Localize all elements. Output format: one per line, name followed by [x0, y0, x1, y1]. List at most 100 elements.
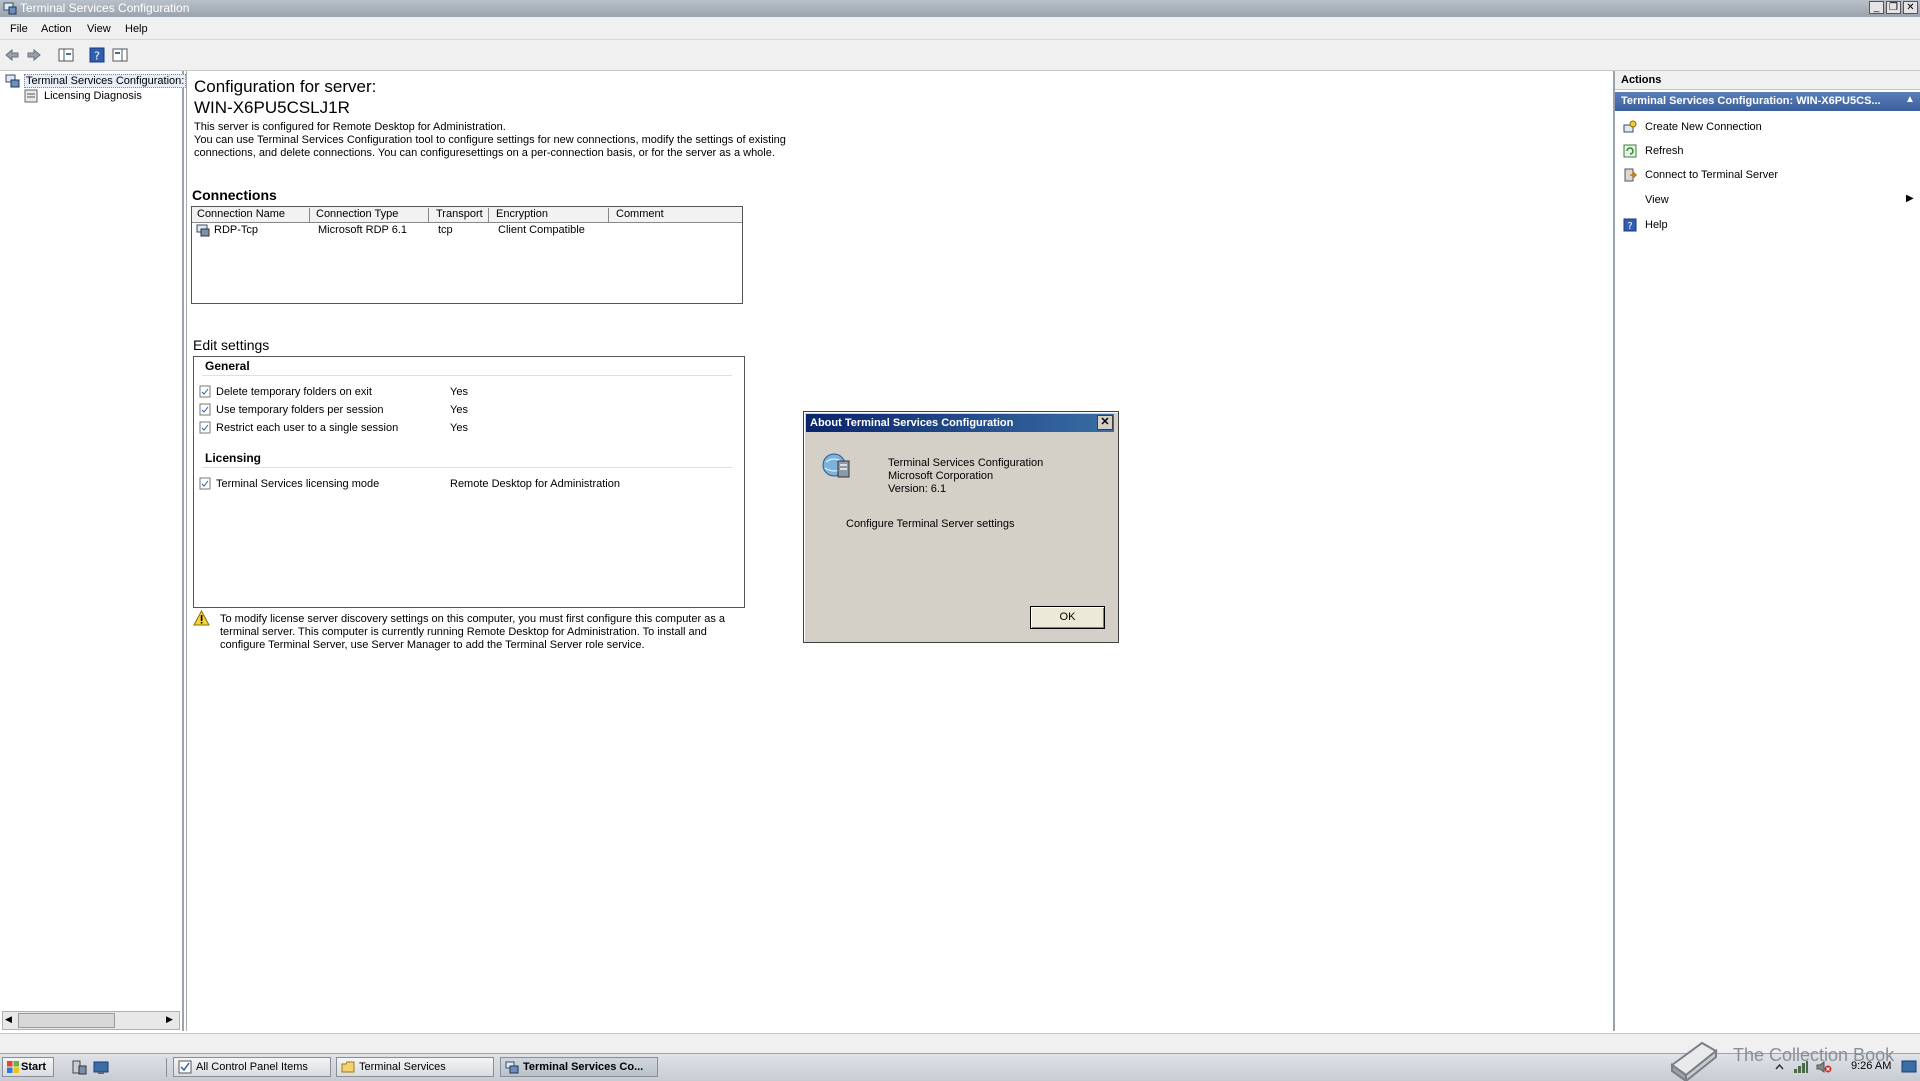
scroll-thumb[interactable] [18, 1013, 115, 1028]
taskbar-label: Terminal Services Co... [523, 1061, 644, 1073]
cell-encryption: Client Compatible [498, 224, 585, 236]
help-icon: ? [1623, 218, 1637, 232]
setting-delete-temp-folders[interactable]: Delete temporary folders on exit [216, 386, 372, 399]
setting-restrict-single-session[interactable]: Restrict each user to a single session [216, 422, 398, 435]
forward-arrow-icon[interactable] [26, 47, 42, 63]
licensing-diagnosis-icon [24, 89, 38, 103]
about-dialog: About Terminal Services Configuration ✕ … [803, 411, 1119, 643]
warning-line-3: configure Terminal Server, use Server Ma… [220, 639, 645, 651]
tree-item-licensing-diagnosis[interactable]: Licensing Diagnosis [44, 90, 142, 102]
connections-header: Connection Name Connection Type Transpor… [192, 207, 742, 223]
actions-section-title: Terminal Services Configuration: WIN-X6P… [1621, 95, 1881, 107]
menu-help[interactable]: Help [125, 23, 148, 35]
show-desktop-icon[interactable] [93, 1060, 109, 1075]
connections-title: Connections [192, 187, 277, 203]
dialog-version: Version: 6.1 [888, 483, 947, 495]
menu-action[interactable]: Action [41, 23, 72, 35]
back-arrow-icon[interactable] [4, 47, 20, 63]
volume-muted-icon[interactable] [1816, 1060, 1832, 1074]
licensing-section-title: Licensing [205, 451, 262, 465]
edit-settings-box: General Delete temporary folders on exit… [193, 356, 745, 608]
column-encryption[interactable]: Encryption [496, 208, 609, 222]
tree-horizontal-scrollbar[interactable]: ◀ ▶ [2, 1011, 180, 1030]
show-hidden-icons-icon[interactable] [1773, 1061, 1786, 1074]
help-icon[interactable]: ? [89, 47, 105, 63]
taskbar-button-terminal-services[interactable]: Terminal Services [336, 1057, 494, 1077]
setting-icon [199, 403, 211, 416]
connections-list: Connection Name Connection Type Transpor… [191, 206, 743, 304]
column-connection-name[interactable]: Connection Name [197, 208, 310, 222]
cell-connection-type: Microsoft RDP 6.1 [318, 224, 408, 236]
table-row[interactable]: RDP-Tcp Microsoft RDP 6.1 tcp Client Com… [192, 224, 742, 238]
scroll-left-icon[interactable]: ◀ [5, 1014, 12, 1025]
actions-section-header[interactable]: Terminal Services Configuration: WIN-X6P… [1615, 92, 1920, 111]
setting-value: Yes [450, 386, 468, 398]
setting-icon [199, 385, 211, 398]
column-comment[interactable]: Comment [616, 208, 736, 222]
dialog-close-button[interactable]: ✕ [1097, 415, 1113, 430]
action-help[interactable]: Help [1645, 219, 1668, 231]
taskbar: Start All Control Panel Items Terminal S… [0, 1041, 1920, 1081]
column-transport[interactable]: Transport [436, 208, 489, 222]
actions-header: Actions [1615, 71, 1920, 90]
general-section-title: General [205, 359, 250, 373]
svg-text:?: ? [1627, 221, 1632, 232]
show-desktop-tray-icon[interactable] [1901, 1060, 1917, 1074]
setting-licensing-mode[interactable]: Terminal Services licensing mode [216, 478, 379, 491]
column-connection-type[interactable]: Connection Type [316, 208, 429, 222]
network-icon[interactable] [1793, 1060, 1809, 1074]
scroll-right-icon[interactable]: ▶ [166, 1014, 173, 1025]
minimize-button[interactable]: _ [1869, 1, 1884, 14]
warning-icon [193, 610, 210, 626]
refresh-icon [1623, 144, 1637, 158]
ok-button[interactable]: OK [1030, 606, 1105, 629]
taskbar-label: Terminal Services [359, 1061, 446, 1073]
collapse-icon[interactable]: ▲ [1905, 94, 1915, 105]
actions-pane: Actions Terminal Services Configuration:… [1615, 71, 1920, 1031]
setting-icon [199, 477, 211, 490]
close-button[interactable]: ✕ [1903, 1, 1918, 14]
terminal-services-config-icon [5, 74, 20, 88]
tree-item-terminal-services-configuration[interactable]: Terminal Services Configuration: [24, 74, 187, 88]
dialog-title: About Terminal Services Configuration [806, 414, 1114, 432]
book-logo-icon [1670, 1041, 1718, 1081]
window-title: Terminal Services Configuration [20, 1, 190, 15]
show-hide-action-pane-icon[interactable] [112, 47, 128, 63]
clock[interactable]: 9:26 AM [1851, 1060, 1891, 1072]
terminal-services-icon [3, 2, 17, 15]
page-title: Configuration for server: [194, 77, 377, 96]
restore-button[interactable]: ❐ [1886, 1, 1901, 14]
start-button[interactable]: Start [2, 1057, 54, 1077]
warning-line-2: terminal server. This computer is curren… [220, 626, 707, 638]
dialog-product-name: Terminal Services Configuration [888, 457, 1044, 469]
connect-server-icon [1624, 168, 1637, 182]
show-hide-tree-icon[interactable] [58, 47, 74, 63]
toolbar: ? [0, 40, 1920, 71]
setting-value: Remote Desktop for Administration [450, 478, 620, 490]
windows-logo-icon [7, 1061, 19, 1073]
action-connect-to-terminal-server[interactable]: Connect to Terminal Server [1645, 169, 1778, 181]
submenu-arrow-icon[interactable]: ▶ [1906, 193, 1914, 204]
setting-icon [199, 421, 211, 434]
start-label: Start [21, 1061, 47, 1073]
console-tree: Terminal Services Configuration: Licensi… [0, 71, 187, 1031]
cell-connection-name: RDP-Tcp [214, 224, 259, 236]
action-refresh[interactable]: Refresh [1645, 145, 1684, 157]
setting-use-temp-folders[interactable]: Use temporary folders per session [216, 404, 384, 417]
menu-view[interactable]: View [87, 23, 111, 35]
warning-line-1: To modify license server discovery setti… [220, 613, 725, 625]
server-manager-icon[interactable] [71, 1060, 87, 1075]
dialog-company: Microsoft Corporation [888, 470, 994, 482]
create-connection-icon [1623, 120, 1637, 133]
taskbar-button-terminal-services-config[interactable]: Terminal Services Co... [500, 1057, 658, 1077]
action-view[interactable]: View [1645, 194, 1669, 206]
taskbar-button-control-panel[interactable]: All Control Panel Items [173, 1057, 331, 1077]
description-line-3: connections, and delete connections. You… [194, 147, 775, 159]
menu-bar: File Action View Help [0, 17, 1920, 40]
taskbar-label: All Control Panel Items [196, 1061, 308, 1073]
title-bar: Terminal Services Configuration _ ❐ ✕ [0, 0, 1920, 17]
menu-file[interactable]: File [10, 23, 28, 35]
dialog-description: Configure Terminal Server settings [846, 518, 1015, 530]
action-create-new-connection[interactable]: Create New Connection [1645, 121, 1762, 133]
setting-value: Yes [450, 404, 468, 416]
